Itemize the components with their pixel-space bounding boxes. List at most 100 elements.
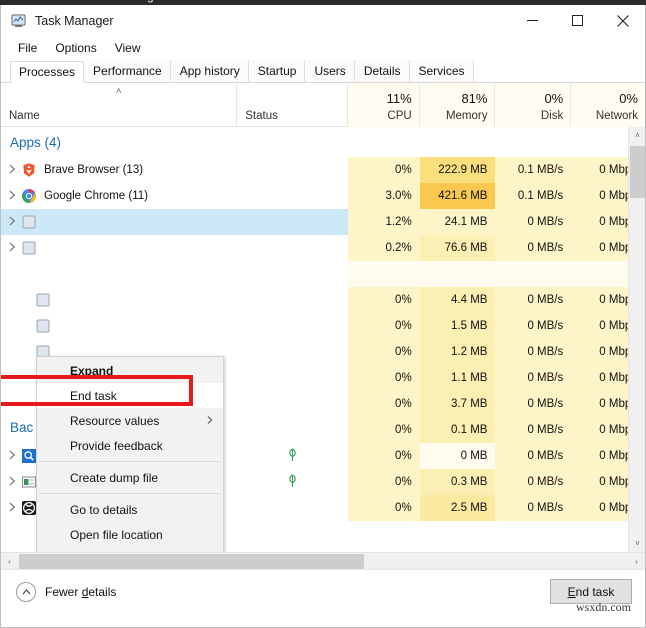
disk-total-percent: 0% bbox=[544, 91, 563, 106]
context-menu-item-go-to-details[interactable]: Go to details bbox=[37, 497, 223, 522]
tab-app-history[interactable]: App history bbox=[171, 60, 249, 82]
table-row[interactable]: Google Chrome (11)3.0%421.6 MB0.1 MB/s0 … bbox=[1, 183, 645, 209]
fewer-details-button[interactable]: Fewer details bbox=[16, 582, 116, 602]
top-cutoff-banner-text: mailaccounts.com: mail.srg7-inbox bbox=[4, 0, 195, 3]
submenu-chevron-icon bbox=[207, 415, 213, 426]
cell-disk: 0 MB/s bbox=[495, 339, 571, 365]
statusbar: Fewer details End task wsxdn.com bbox=[1, 569, 645, 616]
cell-status bbox=[237, 391, 348, 417]
scroll-left-button[interactable]: ‹ bbox=[1, 553, 18, 570]
cell-name bbox=[1, 235, 237, 261]
cell-disk: 0 MB/s bbox=[495, 209, 571, 235]
expand-chevron-icon[interactable] bbox=[4, 450, 21, 462]
chevron-up-icon bbox=[16, 582, 36, 602]
expand-chevron-icon[interactable] bbox=[4, 164, 21, 176]
column-header-cpu-label: CPU bbox=[387, 110, 411, 122]
column-header-disk[interactable]: 0% Disk bbox=[495, 83, 571, 127]
minimize-button[interactable] bbox=[510, 5, 555, 36]
scroll-right-button[interactable]: › bbox=[628, 553, 645, 570]
tab-startup[interactable]: Startup bbox=[249, 60, 306, 82]
context-menu-item-resource-values[interactable]: Resource values bbox=[37, 408, 223, 433]
process-name-label: Google Chrome (11) bbox=[44, 190, 148, 202]
cell-memory: 1.5 MB bbox=[420, 313, 496, 339]
tab-performance[interactable]: Performance bbox=[84, 60, 171, 82]
table-row[interactable] bbox=[1, 261, 645, 287]
films-tv-icon bbox=[21, 474, 37, 490]
expand-chevron-icon[interactable] bbox=[4, 190, 21, 202]
column-header-memory[interactable]: 81% Memory bbox=[420, 83, 496, 127]
group-header-apps[interactable]: Apps (4) bbox=[1, 127, 349, 157]
context-menu-item-label: Open file location bbox=[70, 528, 163, 542]
tab-users[interactable]: Users bbox=[305, 60, 354, 82]
cell-cpu: 0% bbox=[348, 443, 420, 469]
name-content: Google Chrome (11) bbox=[21, 188, 148, 204]
cell-name bbox=[1, 261, 237, 287]
cell-disk: 0 MB/s bbox=[495, 287, 571, 313]
cell-status bbox=[237, 261, 348, 287]
expand-chevron-icon[interactable] bbox=[4, 502, 21, 514]
column-header-name-label: Name bbox=[9, 110, 40, 122]
expand-chevron-icon[interactable] bbox=[4, 476, 21, 488]
cell-disk: 0 MB/s bbox=[495, 469, 571, 495]
tab-services[interactable]: Services bbox=[410, 60, 474, 82]
cell-cpu: 0% bbox=[348, 339, 420, 365]
cell-memory: 421.6 MB bbox=[420, 183, 496, 209]
cell-memory: 76.6 MB bbox=[420, 235, 496, 261]
vertical-scroll-thumb[interactable] bbox=[630, 146, 645, 198]
context-menu-item-label: Go to details bbox=[70, 503, 137, 517]
vertical-scrollbar[interactable]: ˄ ˅ bbox=[628, 127, 645, 552]
cell-disk: 0 MB/s bbox=[495, 417, 571, 443]
cell-status bbox=[237, 235, 348, 261]
scroll-down-button[interactable]: ˅ bbox=[629, 535, 645, 552]
menu-options[interactable]: Options bbox=[46, 39, 105, 57]
context-menu-item-open-file-location[interactable]: Open file location bbox=[37, 522, 223, 547]
column-header-cpu[interactable]: 11% CPU bbox=[348, 83, 420, 127]
cell-disk: 0 MB/s bbox=[495, 365, 571, 391]
menu-view[interactable]: View bbox=[106, 39, 150, 57]
group-header-background-processes[interactable]: Bac bbox=[1, 412, 41, 442]
context-menu-item-search-online[interactable]: Search online bbox=[37, 547, 223, 552]
cell-name: Brave Browser (13) bbox=[1, 157, 237, 183]
chrome-icon bbox=[21, 188, 37, 204]
name-content: Brave Browser (13) bbox=[21, 162, 143, 178]
fewer-details-accel: d bbox=[82, 585, 89, 599]
context-menu-item-provide-feedback[interactable]: Provide feedback bbox=[37, 433, 223, 458]
close-button[interactable] bbox=[600, 5, 645, 36]
tab-details[interactable]: Details bbox=[355, 60, 410, 82]
table-row[interactable]: 0%4.4 MB0 MB/s0 Mbps bbox=[1, 287, 645, 313]
tab-processes[interactable]: Processes bbox=[10, 61, 84, 83]
table-row[interactable]: 0%1.5 MB0 MB/s0 Mbps bbox=[1, 313, 645, 339]
sort-ascending-icon: ˄ bbox=[116, 87, 122, 97]
cell-status bbox=[237, 157, 348, 183]
context-menu-separator bbox=[39, 493, 221, 494]
table-row[interactable]: Brave Browser (13)0%222.9 MB0.1 MB/s0 Mb… bbox=[1, 157, 645, 183]
scroll-up-button[interactable]: ˄ bbox=[629, 127, 645, 144]
cell-memory: 24.1 MB bbox=[420, 209, 496, 235]
maximize-button[interactable] bbox=[555, 5, 600, 36]
cell-status bbox=[237, 209, 348, 235]
column-header-name[interactable]: ˄ Name bbox=[1, 83, 237, 127]
process-list[interactable]: Brave Browser (13)0%222.9 MB0.1 MB/s0 Mb… bbox=[1, 127, 645, 552]
task-manager-icon bbox=[10, 12, 27, 29]
titlebar: Task Manager bbox=[1, 5, 645, 36]
cell-memory: 4.4 MB bbox=[420, 287, 496, 313]
menu-file[interactable]: File bbox=[9, 39, 46, 57]
cell-memory bbox=[420, 261, 496, 287]
column-header-memory-label: Memory bbox=[446, 110, 488, 122]
context-menu-item-expand[interactable]: Expand bbox=[37, 358, 223, 383]
horizontal-scrollbar[interactable]: ‹ › bbox=[1, 552, 645, 569]
context-menu-item-label: Expand bbox=[70, 364, 113, 378]
context-menu[interactable]: Expand End taskResource valuesProvide fee… bbox=[36, 356, 224, 552]
expand-chevron-icon[interactable] bbox=[4, 216, 21, 228]
expand-chevron-icon[interactable] bbox=[4, 242, 21, 254]
table-row[interactable]: 0.2%76.6 MB0 MB/s0 Mbps bbox=[1, 235, 645, 261]
context-menu-item-end-task[interactable]: End task bbox=[37, 383, 223, 408]
context-menu-item-create-dump-file[interactable]: Create dump file bbox=[37, 465, 223, 490]
cell-name bbox=[1, 313, 237, 339]
horizontal-scroll-thumb[interactable] bbox=[19, 554, 364, 569]
xbox-icon bbox=[21, 500, 37, 516]
table-row[interactable]: 1.2%24.1 MB0 MB/s0 Mbps bbox=[1, 209, 645, 235]
column-header-network[interactable]: 0% Network bbox=[571, 83, 645, 127]
column-header-status[interactable]: Status bbox=[237, 83, 348, 127]
cell-memory: 222.9 MB bbox=[420, 157, 496, 183]
